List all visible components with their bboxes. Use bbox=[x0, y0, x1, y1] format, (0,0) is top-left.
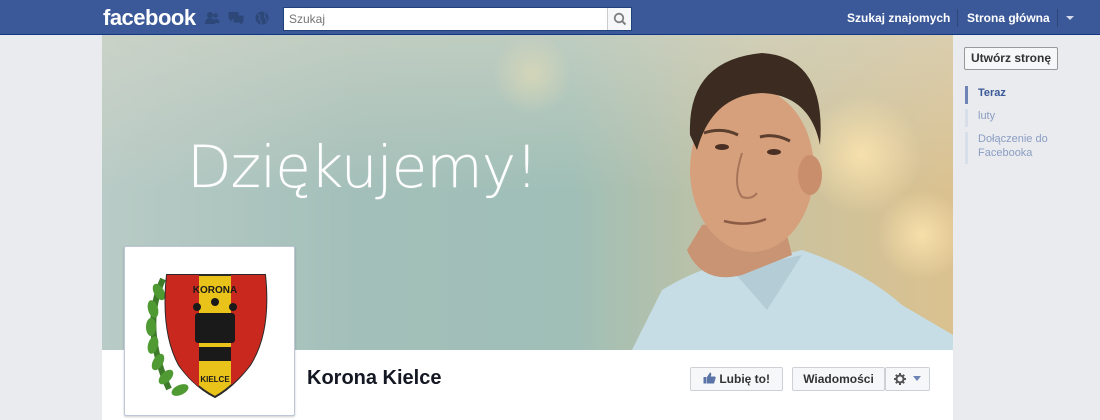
page-main-column: Dziękujemy! KORONA KIELCE Korona Kielce … bbox=[102, 35, 953, 420]
create-page-button[interactable]: Utwórz stronę bbox=[964, 47, 1058, 70]
timeline-item-now[interactable]: Teraz bbox=[965, 86, 1006, 104]
search-input[interactable] bbox=[284, 8, 606, 30]
korona-kielce-crest-logo: KORONA KIELCE bbox=[146, 274, 268, 399]
cover-title-text: Dziękujemy! bbox=[187, 133, 538, 201]
friend-requests-icon[interactable] bbox=[204, 11, 220, 25]
top-bar: facebook Szukaj znajomych Strona główna bbox=[0, 0, 1100, 35]
gear-icon bbox=[894, 373, 921, 385]
search-button[interactable] bbox=[607, 8, 631, 30]
timeline-item-label: luty bbox=[978, 110, 996, 122]
nav-divider bbox=[957, 9, 958, 27]
timeline-item-february[interactable]: luty bbox=[965, 109, 995, 127]
like-button-label: Lubię to! bbox=[719, 372, 770, 386]
page-profile-picture[interactable]: KORONA KIELCE bbox=[124, 246, 295, 416]
facebook-logo[interactable]: facebook bbox=[103, 5, 196, 31]
page-title[interactable]: Korona Kielce bbox=[307, 367, 441, 390]
notifications-globe-icon[interactable] bbox=[254, 11, 270, 25]
nav-divider bbox=[1057, 9, 1058, 27]
messages-button-label: Wiadomości bbox=[803, 372, 874, 386]
search-box bbox=[283, 7, 632, 31]
home-link[interactable]: Strona główna bbox=[967, 11, 1050, 25]
thumbs-up-icon bbox=[703, 372, 716, 384]
timeline-item-joined-facebook[interactable]: Dołączenie do Facebooka bbox=[965, 132, 1060, 164]
search-icon bbox=[613, 12, 627, 26]
page-options-dropdown[interactable] bbox=[885, 367, 930, 391]
messages-icon[interactable] bbox=[228, 11, 244, 25]
account-menu-chevron-down-icon[interactable] bbox=[1062, 10, 1078, 26]
crest-top-text: KORONA bbox=[193, 285, 237, 296]
timeline-item-label: Teraz bbox=[978, 87, 1006, 99]
crest-bottom-text: KIELCE bbox=[200, 375, 230, 384]
like-button[interactable]: Lubię to! bbox=[690, 367, 783, 391]
messages-button[interactable]: Wiadomości bbox=[792, 367, 885, 391]
timeline-item-label: Dołączenie do Facebooka bbox=[978, 133, 1048, 159]
find-friends-link[interactable]: Szukaj znajomych bbox=[847, 11, 950, 25]
